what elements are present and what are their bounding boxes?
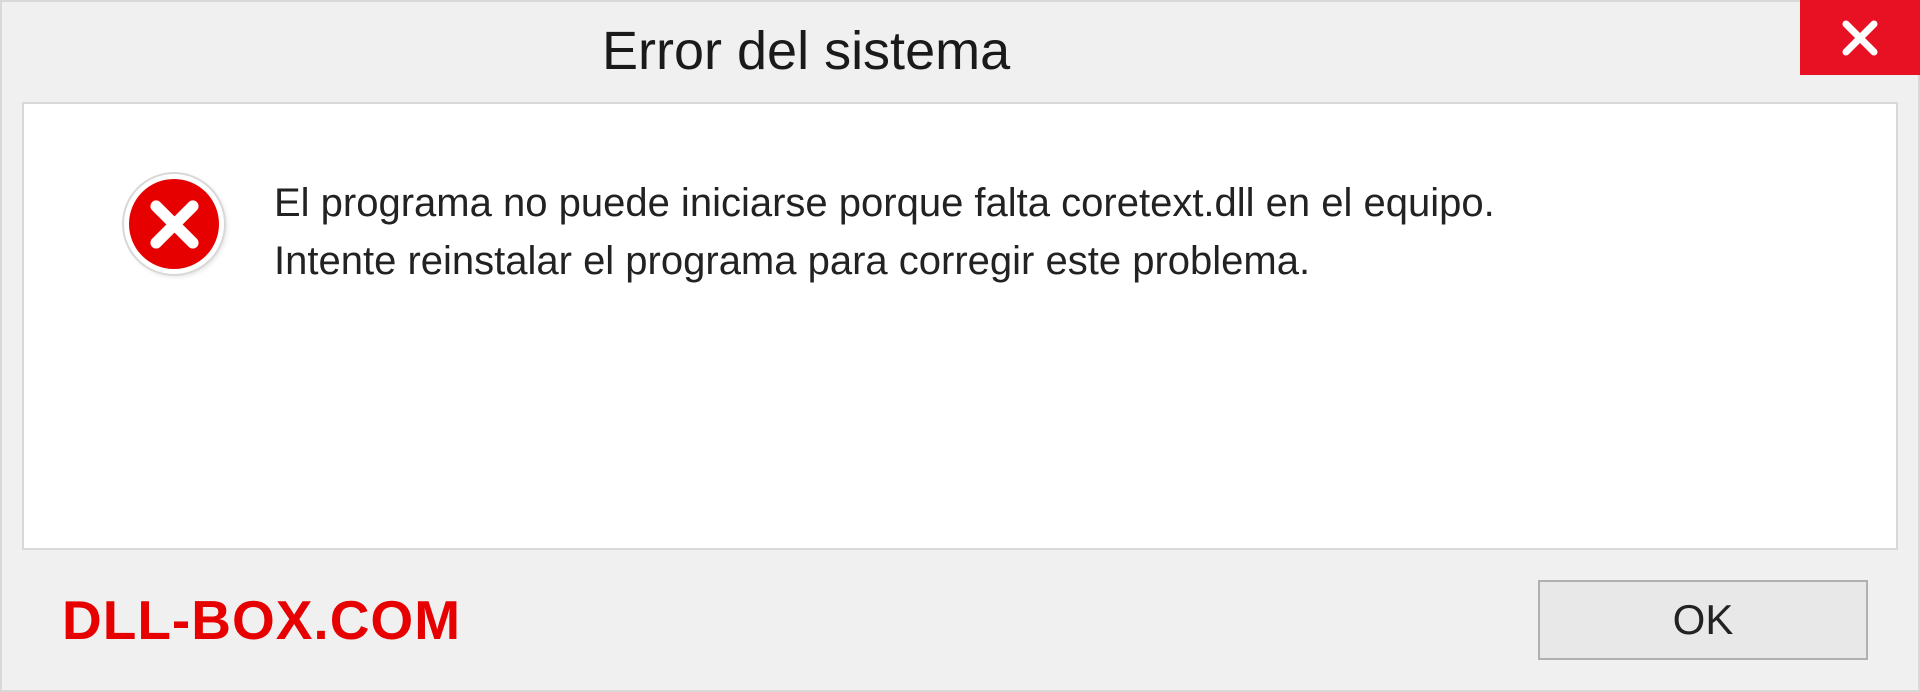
message-line-1: El programa no puede iniciarse porque fa… bbox=[274, 174, 1495, 232]
message-line-2: Intente reinstalar el programa para corr… bbox=[274, 232, 1495, 290]
content-area: El programa no puede iniciarse porque fa… bbox=[22, 102, 1898, 550]
close-icon bbox=[1839, 17, 1881, 59]
ok-button[interactable]: OK bbox=[1538, 580, 1868, 660]
error-message: El programa no puede iniciarse porque fa… bbox=[274, 174, 1495, 290]
close-button[interactable] bbox=[1800, 0, 1920, 75]
error-icon bbox=[124, 174, 224, 274]
dialog-title: Error del sistema bbox=[602, 2, 1010, 82]
dialog-footer: DLL-BOX.COM OK bbox=[2, 550, 1918, 690]
titlebar: Error del sistema bbox=[2, 2, 1918, 92]
watermark-text: DLL-BOX.COM bbox=[62, 588, 461, 652]
error-dialog: Error del sistema El programa no puede i… bbox=[0, 0, 1920, 692]
